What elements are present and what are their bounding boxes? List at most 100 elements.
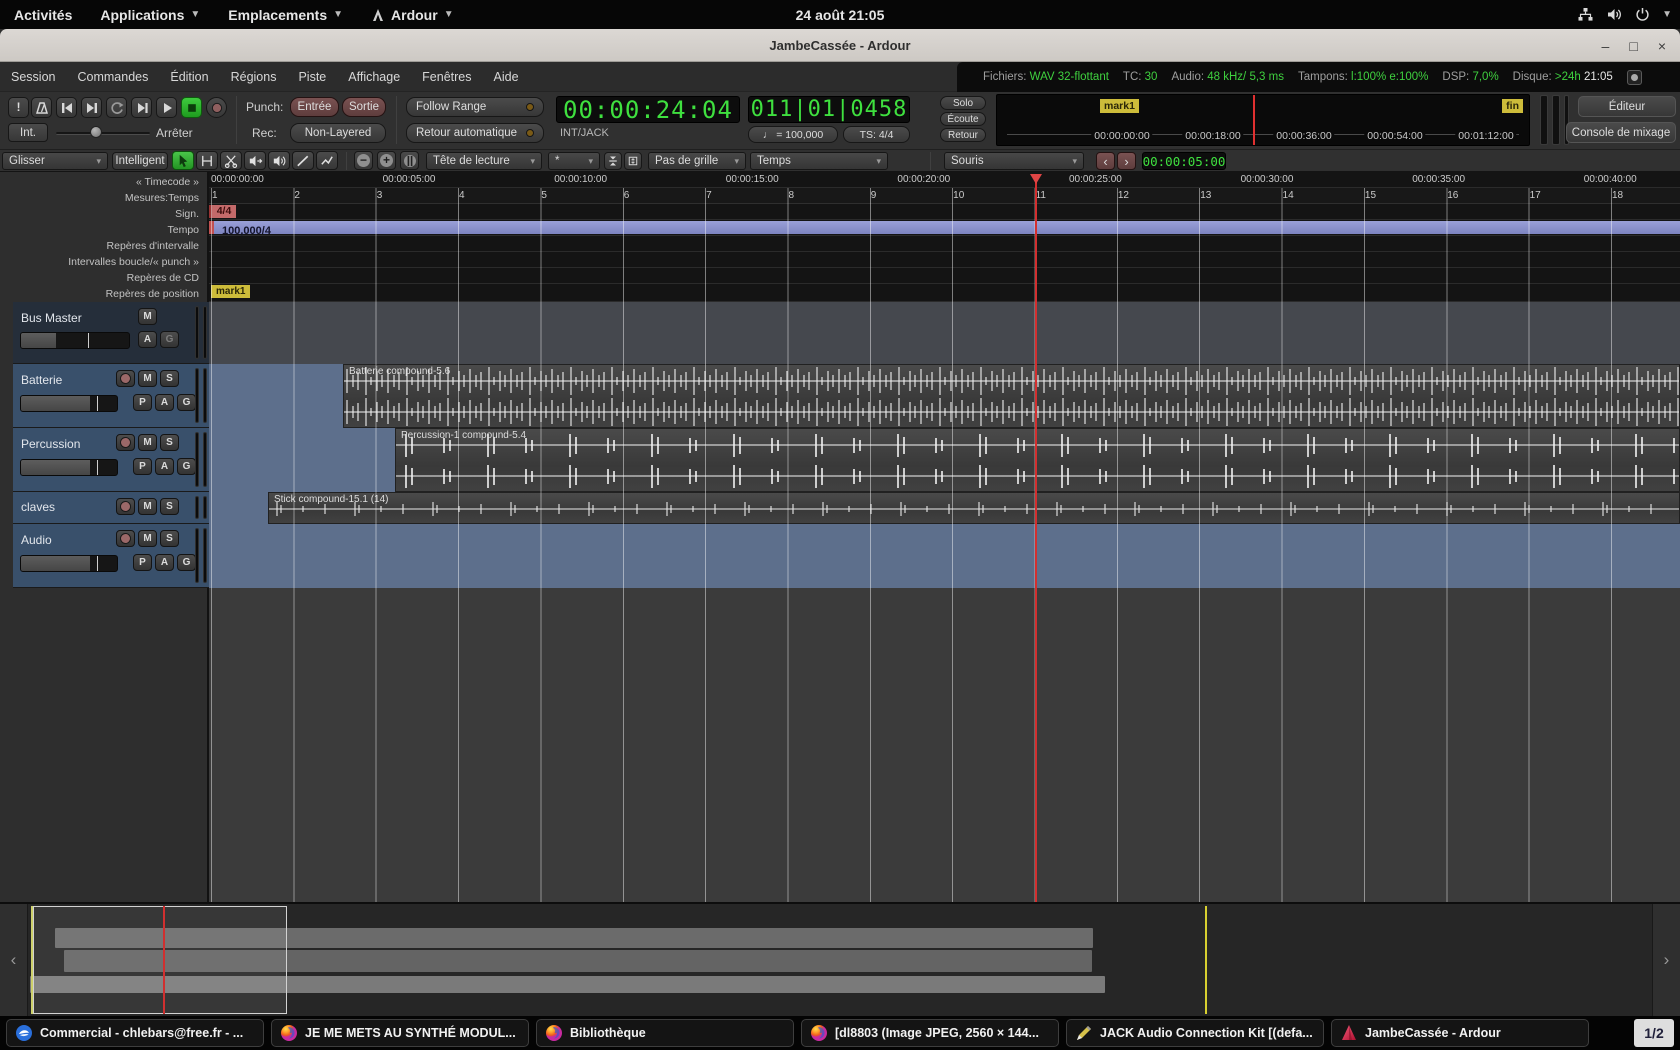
- ruler-label-timecode[interactable]: « Timecode »: [0, 174, 205, 190]
- zoom-in-button[interactable]: +: [377, 151, 396, 170]
- solo-button[interactable]: S: [160, 434, 179, 451]
- ruler-label-tempo[interactable]: Tempo: [0, 222, 205, 238]
- solo-button[interactable]: S: [160, 498, 179, 515]
- automation-button[interactable]: A: [138, 331, 157, 348]
- nudge-back-button[interactable]: ‹: [1096, 152, 1115, 170]
- system-tray[interactable]: ▼: [1577, 0, 1672, 29]
- taskbar-window-qjackctl[interactable]: JACK Audio Connection Kit [(defa...: [1066, 1019, 1324, 1047]
- auditioning-button[interactable]: Écoute: [940, 112, 986, 126]
- workspace-pager[interactable]: 1/2: [1634, 1019, 1674, 1047]
- smart-mode-button[interactable]: Intelligent: [112, 152, 168, 170]
- taskbar-window-firefox[interactable]: [dl8803 (Image JPEG, 2560 × 144...: [801, 1019, 1059, 1047]
- track-lane-bus-master[interactable]: [209, 302, 1680, 364]
- menu-commandes[interactable]: Commandes: [66, 62, 159, 91]
- region-percussion[interactable]: Percussion-1 compound-5.4: [395, 428, 1680, 492]
- edit-internal-tool-button[interactable]: [316, 151, 338, 170]
- gain-fader[interactable]: [20, 459, 118, 476]
- ruler-label-range-markers[interactable]: Repères d'intervalle: [0, 238, 205, 254]
- ruler-label-meter[interactable]: Sign.: [0, 206, 205, 222]
- stretch-tool-button[interactable]: [244, 151, 266, 170]
- metronome-button[interactable]: [31, 97, 52, 118]
- cut-tool-button[interactable]: [220, 151, 242, 170]
- record-button[interactable]: [206, 97, 227, 118]
- menu-edition[interactable]: Édition: [159, 62, 219, 91]
- tempo-button[interactable]: ♩ = 100,000: [748, 126, 838, 143]
- menu-piste[interactable]: Piste: [287, 62, 337, 91]
- midi-panic-button[interactable]: !: [8, 97, 29, 118]
- region-batterie[interactable]: Batterie compound-5.6: [343, 364, 1680, 428]
- record-arm-button[interactable]: [116, 370, 135, 387]
- marker-fin[interactable]: fin: [1502, 99, 1523, 113]
- playlist-button[interactable]: P: [133, 394, 152, 411]
- menu-fenetres[interactable]: Fenêtres: [411, 62, 482, 91]
- menu-regions[interactable]: Régions: [220, 62, 288, 91]
- marker-mark1[interactable]: mark1: [1100, 99, 1139, 113]
- track-header-claves[interactable]: claves M S: [13, 492, 209, 524]
- maximize-button[interactable]: □: [1629, 38, 1637, 54]
- record-arm-button[interactable]: [116, 498, 135, 515]
- gain-fader[interactable]: [20, 332, 130, 349]
- group-button[interactable]: G: [177, 554, 196, 571]
- meter-marker[interactable]: 4/4: [209, 205, 236, 218]
- play-selection-button[interactable]: [131, 97, 152, 118]
- ruler-label-loop-punch[interactable]: Intervalles boucle/« punch »: [0, 254, 205, 270]
- feedback-button[interactable]: Retour: [940, 128, 986, 142]
- menu-session[interactable]: Session: [0, 62, 66, 91]
- loop-button[interactable]: [106, 97, 127, 118]
- stop-button[interactable]: [181, 97, 202, 118]
- punch-in-button[interactable]: Entrée: [290, 97, 339, 117]
- group-button[interactable]: G: [160, 331, 179, 348]
- close-button[interactable]: ×: [1658, 38, 1666, 54]
- edit-mode-dropdown[interactable]: Glisser▾: [2, 152, 108, 170]
- record-arm-button[interactable]: [116, 530, 135, 547]
- window-titlebar[interactable]: JambeCassée - Ardour – □ ×: [0, 29, 1680, 62]
- primary-clock[interactable]: 00:00:24:04: [556, 96, 740, 123]
- snap-mode-dropdown[interactable]: Pas de grille▾: [648, 152, 746, 170]
- track-header-batterie[interactable]: Batterie M S P A G: [13, 364, 209, 428]
- playlist-button[interactable]: P: [133, 458, 152, 475]
- taskbar-window-firefox[interactable]: JE ME METS AU SYNTHÉ MODUL...: [271, 1019, 529, 1047]
- ruler-label-measures[interactable]: Mesures:Temps: [0, 190, 205, 206]
- track-lane-audio[interactable]: [209, 524, 1680, 588]
- automation-button[interactable]: A: [155, 458, 174, 475]
- tempo-ruler[interactable]: 100,000/4: [209, 220, 1680, 236]
- timecode-ruler[interactable]: 00:00:00:0000:00:05:0000:00:10:0000:00:1…: [209, 172, 1680, 188]
- playhead[interactable]: [1035, 176, 1037, 902]
- draw-tool-button[interactable]: [292, 151, 314, 170]
- shuttle-slider[interactable]: [56, 132, 150, 135]
- ruler-canvas[interactable]: 00:00:00:0000:00:05:0000:00:10:0000:00:1…: [209, 172, 1680, 302]
- ruler-label-cd-markers[interactable]: Repères de CD: [0, 270, 205, 286]
- mute-button[interactable]: M: [138, 308, 157, 325]
- tempo-marker[interactable]: 100,000/4: [209, 221, 1680, 234]
- desktop-clock[interactable]: 24 août 21:05: [796, 7, 885, 23]
- status-indicator-icon[interactable]: [1627, 70, 1642, 85]
- meter-ruler[interactable]: 4/4: [209, 204, 1680, 220]
- track-header-audio[interactable]: Audio M S P A G: [13, 524, 209, 588]
- ruler-label-location-markers[interactable]: Repères de position: [0, 286, 205, 302]
- solo-button[interactable]: Solo: [940, 96, 986, 110]
- edit-point-dropdown[interactable]: Tête de lecture▾: [426, 152, 542, 170]
- app-menu-ardour[interactable]: Ardour▼: [357, 0, 468, 29]
- taskbar-window-firefox[interactable]: Bibliothèque: [536, 1019, 794, 1047]
- range-markers-ruler[interactable]: [209, 236, 1680, 252]
- time-signature-button[interactable]: TS: 4/4: [843, 126, 910, 143]
- gain-fader[interactable]: [20, 395, 118, 412]
- mute-button[interactable]: M: [138, 370, 157, 387]
- applications-menu[interactable]: Applications▼: [86, 0, 214, 29]
- zoom-focus-button[interactable]: [624, 152, 642, 170]
- measures-ruler[interactable]: 123456789101112131415161718: [209, 188, 1680, 204]
- loop-punch-ruler[interactable]: [209, 252, 1680, 268]
- sync-source-button[interactable]: Int.: [8, 123, 48, 142]
- fit-vertical-button[interactable]: [604, 152, 622, 170]
- nudge-forward-button[interactable]: ›: [1117, 152, 1136, 170]
- menu-aide[interactable]: Aide: [483, 62, 530, 91]
- grab-tool-button[interactable]: [172, 151, 194, 170]
- mini-timeline[interactable]: 00:00:00:0000:00:18:0000:00:36:0000:00:5…: [996, 94, 1530, 146]
- mouse-mode-dropdown[interactable]: Souris▾: [944, 152, 1084, 170]
- playhead-marker[interactable]: [1030, 174, 1042, 184]
- follow-range-button[interactable]: Follow Range: [406, 97, 544, 117]
- summary-view-rectangle[interactable]: [33, 906, 287, 1014]
- summary-playhead[interactable]: [163, 906, 165, 1014]
- secondary-clock[interactable]: 011|01|0458: [748, 96, 910, 123]
- zoom-out-button[interactable]: −: [354, 151, 373, 170]
